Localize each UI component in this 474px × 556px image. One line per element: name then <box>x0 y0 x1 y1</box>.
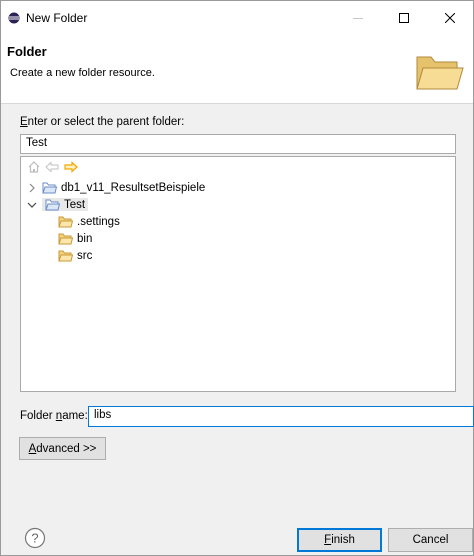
chevron-down-icon[interactable] <box>26 201 38 209</box>
maximize-button[interactable] <box>381 1 427 35</box>
tree-item-selected: Test <box>42 198 89 211</box>
tree-item-label: db1_v11_ResultsetBeispiele <box>61 181 206 194</box>
finish-button[interactable]: Finish <box>297 528 382 552</box>
tree-item[interactable]: .settings <box>58 213 120 230</box>
parent-folder-label: Enter or select the parent folder: <box>20 116 185 128</box>
new-folder-dialog: New Folder Folder Create a new folder re… <box>0 0 474 556</box>
svg-text:?: ? <box>31 531 38 546</box>
parent-folder-input[interactable]: Test <box>20 134 456 154</box>
tree-item[interactable]: src <box>58 247 92 264</box>
back-arrow-icon[interactable] <box>44 160 60 174</box>
chevron-right-icon[interactable] <box>26 183 38 193</box>
tree-item[interactable]: bin <box>58 230 92 247</box>
folder-icon <box>58 232 73 245</box>
advanced-button[interactable]: Advanced >> <box>19 437 106 460</box>
project-folder-icon <box>45 198 60 211</box>
title-bar: New Folder <box>1 1 473 35</box>
folder-name-label: Folder name: <box>20 410 88 422</box>
folder-icon <box>58 249 73 262</box>
project-folder-icon <box>42 181 57 194</box>
forward-arrow-icon[interactable] <box>63 160 79 174</box>
container-tree[interactable]: db1_v11_ResultsetBeispiele Test .setting… <box>20 156 456 392</box>
page-title: Folder <box>7 44 47 59</box>
home-icon[interactable] <box>27 160 41 174</box>
tree-item-label: Test <box>64 198 86 211</box>
page-description: Create a new folder resource. <box>10 67 155 79</box>
folder-wizard-icon <box>413 47 465 95</box>
close-button[interactable] <box>427 1 473 35</box>
tree-item-label: .settings <box>77 215 120 228</box>
tree-toolbar <box>27 159 79 175</box>
tree-item-label: src <box>77 249 93 262</box>
help-icon[interactable]: ? <box>24 527 46 549</box>
tree-item[interactable]: Test <box>26 196 89 213</box>
window-title: New Folder <box>26 11 88 25</box>
eclipse-icon <box>8 12 20 24</box>
tree-item[interactable]: db1_v11_ResultsetBeispiele <box>26 179 205 196</box>
wizard-header: Folder Create a new folder resource. <box>1 35 473 104</box>
cancel-button[interactable]: Cancel <box>388 528 473 552</box>
minimize-button[interactable] <box>335 1 381 35</box>
folder-name-input[interactable]: libs <box>88 406 474 427</box>
folder-icon <box>58 215 73 228</box>
tree-item-label: bin <box>77 232 93 245</box>
